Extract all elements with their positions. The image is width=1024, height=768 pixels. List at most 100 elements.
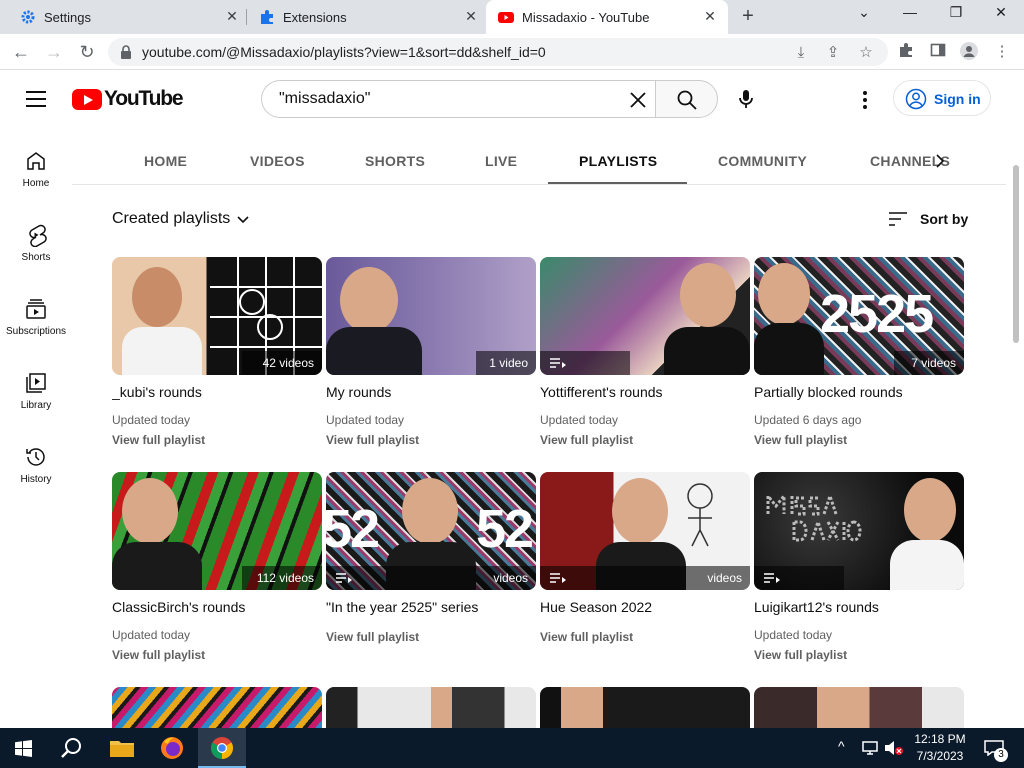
tray-overflow-chevron-icon[interactable]: ^ — [838, 738, 845, 754]
playlist-title[interactable]: "In the year 2525" series — [326, 599, 536, 615]
playlist-thumbnail[interactable] — [540, 257, 750, 375]
forward-button[interactable]: → — [43, 41, 65, 63]
playlist-card[interactable]: Luigikart12's rounds Updated today View … — [754, 472, 964, 672]
bookmark-star-icon[interactable]: ☆ — [857, 44, 875, 62]
playlist-thumbnail[interactable] — [326, 687, 536, 728]
view-full-playlist-link[interactable]: View full playlist — [754, 648, 847, 662]
network-icon[interactable] — [862, 740, 880, 756]
page-scrollbar[interactable] — [1008, 71, 1024, 728]
playlist-thumbnail[interactable]: videos — [540, 472, 750, 590]
tab-videos[interactable]: VIDEOS — [250, 153, 305, 169]
video-count: videos — [707, 571, 742, 585]
playlist-title[interactable]: _kubi's rounds — [112, 384, 322, 400]
puzzle-icon — [261, 10, 273, 24]
search-taskbar-button[interactable] — [48, 728, 96, 768]
playlist-thumbnail[interactable]: 42 videos — [112, 257, 322, 375]
view-full-playlist-link[interactable]: View full playlist — [754, 433, 847, 447]
playlist-card[interactable]: 52 52 videos "In the year 2525" series V… — [326, 472, 536, 672]
playlist-thumbnail[interactable]: 1 video — [326, 257, 536, 375]
windows-taskbar: ^ 12:18 PM 7/3/2023 3 — [0, 728, 1024, 768]
search-input[interactable]: "missadaxio" — [261, 80, 656, 118]
firefox-button[interactable] — [148, 728, 196, 768]
playlist-card[interactable]: 1 video My rounds Updated today View ful… — [326, 257, 536, 457]
share-icon[interactable]: ⇪ — [824, 44, 842, 62]
volume-muted-icon[interactable] — [884, 740, 904, 756]
view-full-playlist-link[interactable]: View full playlist — [540, 630, 633, 644]
view-full-playlist-link[interactable]: View full playlist — [112, 433, 205, 447]
browser-menu-icon[interactable]: ⋮ — [992, 42, 1012, 62]
playlist-title[interactable]: Hue Season 2022 — [540, 599, 750, 615]
tab-home[interactable]: HOME — [144, 153, 187, 169]
playlist-thumbnail[interactable] — [540, 687, 750, 728]
close-tab-icon[interactable]: ✕ — [463, 8, 479, 24]
view-full-playlist-link[interactable]: View full playlist — [326, 630, 419, 644]
tab-youtube[interactable]: Missadaxio - YouTube ✕ — [486, 0, 728, 34]
scrollbar-thumb[interactable] — [1013, 165, 1019, 343]
close-tab-icon[interactable]: ✕ — [224, 8, 240, 24]
chrome-button[interactable] — [198, 728, 246, 768]
playlist-thumbnail[interactable]: 2525 7 videos — [754, 257, 964, 375]
playlist-card[interactable]: 42 videos _kubi's rounds Updated today V… — [112, 257, 322, 457]
youtube-play-icon — [72, 88, 102, 110]
extensions-puzzle-icon[interactable] — [896, 42, 916, 62]
close-window-button[interactable]: ✕ — [989, 4, 1013, 26]
notification-badge: 3 — [994, 748, 1008, 762]
view-full-playlist-link[interactable]: View full playlist — [540, 433, 633, 447]
playlist-title[interactable]: My rounds — [326, 384, 536, 400]
action-center-button[interactable]: 3 — [980, 728, 1024, 768]
view-full-playlist-link[interactable]: View full playlist — [326, 433, 419, 447]
restore-button[interactable]: ❐ — [944, 4, 968, 26]
settings-kebab-icon[interactable] — [856, 89, 874, 111]
guide-item-subscriptions[interactable]: Subscriptions — [0, 275, 72, 349]
file-explorer-button[interactable] — [98, 728, 146, 768]
playlist-card[interactable]: videos Hue Season 2022 View full playlis… — [540, 472, 750, 672]
side-panel-icon[interactable] — [928, 42, 948, 62]
playlist-title[interactable]: Partially blocked rounds — [754, 384, 964, 400]
playlist-title[interactable]: Yottifferent's rounds — [540, 384, 750, 400]
guide-item-home[interactable]: Home — [0, 127, 72, 201]
playlist-card[interactable]: 112 videos ClassicBirch's rounds Updated… — [112, 472, 322, 672]
guide-item-history[interactable]: History — [0, 423, 72, 497]
playlist-card[interactable]: Yottifferent's rounds Updated today View… — [540, 257, 750, 457]
tab-community[interactable]: COMMUNITY — [718, 153, 807, 169]
close-tab-icon[interactable]: ✕ — [702, 8, 718, 24]
browser-toolbar: ← → ↻ youtube.com/@Missadaxio/playlists?… — [0, 34, 1024, 70]
playlist-card[interactable]: 2525 7 videos Partially blocked rounds U… — [754, 257, 964, 457]
guide-item-library[interactable]: Library — [0, 349, 72, 423]
microphone-icon[interactable] — [734, 87, 758, 111]
playlist-title[interactable]: ClassicBirch's rounds — [112, 599, 322, 615]
start-button[interactable] — [0, 728, 48, 768]
sign-in-button[interactable]: Sign in — [893, 80, 991, 116]
tab-playlists[interactable]: PLAYLISTS — [579, 153, 657, 169]
playlist-thumbnail[interactable]: 112 videos — [112, 472, 322, 590]
playlist-thumbnail[interactable] — [754, 472, 964, 590]
youtube-logo[interactable]: YouTube — [72, 87, 184, 111]
tab-extensions[interactable]: Extensions ✕ — [239, 0, 487, 34]
guide-item-shorts[interactable]: Shorts — [0, 201, 72, 275]
taskbar-clock[interactable]: 12:18 PM 7/3/2023 — [904, 731, 976, 765]
menu-icon[interactable] — [26, 91, 46, 107]
tab-settings[interactable]: Settings ✕ — [0, 0, 246, 34]
profile-avatar-icon[interactable] — [959, 42, 979, 62]
tabs-next-chevron-icon[interactable] — [930, 150, 950, 172]
tab-shorts[interactable]: SHORTS — [365, 153, 425, 169]
playlist-title[interactable]: Luigikart12's rounds — [754, 599, 964, 615]
tab-live[interactable]: LIVE — [485, 153, 517, 169]
chevron-down-icon[interactable] — [236, 215, 250, 225]
playlist-thumbnail[interactable]: 52 52 videos — [326, 472, 536, 590]
playlist-thumbnail[interactable] — [112, 687, 322, 728]
section-title-dropdown[interactable]: Created playlists — [112, 210, 230, 228]
tab-search-chevron-icon[interactable]: ⌄ — [852, 4, 876, 26]
search-button[interactable] — [655, 80, 718, 118]
minimize-button[interactable]: — — [898, 4, 922, 26]
new-tab-button[interactable]: + — [738, 6, 758, 26]
playlist-thumbnail[interactable] — [754, 687, 964, 728]
address-bar[interactable]: youtube.com/@Missadaxio/playlists?view=1… — [108, 38, 888, 66]
view-full-playlist-link[interactable]: View full playlist — [112, 648, 205, 662]
install-icon[interactable]: ⤓ — [792, 44, 810, 62]
back-button[interactable]: ← — [10, 41, 32, 63]
firefox-icon — [161, 737, 183, 759]
clear-search-icon[interactable] — [626, 88, 650, 112]
reload-button[interactable]: ↻ — [76, 41, 98, 63]
sort-by-button[interactable]: Sort by — [888, 208, 978, 232]
